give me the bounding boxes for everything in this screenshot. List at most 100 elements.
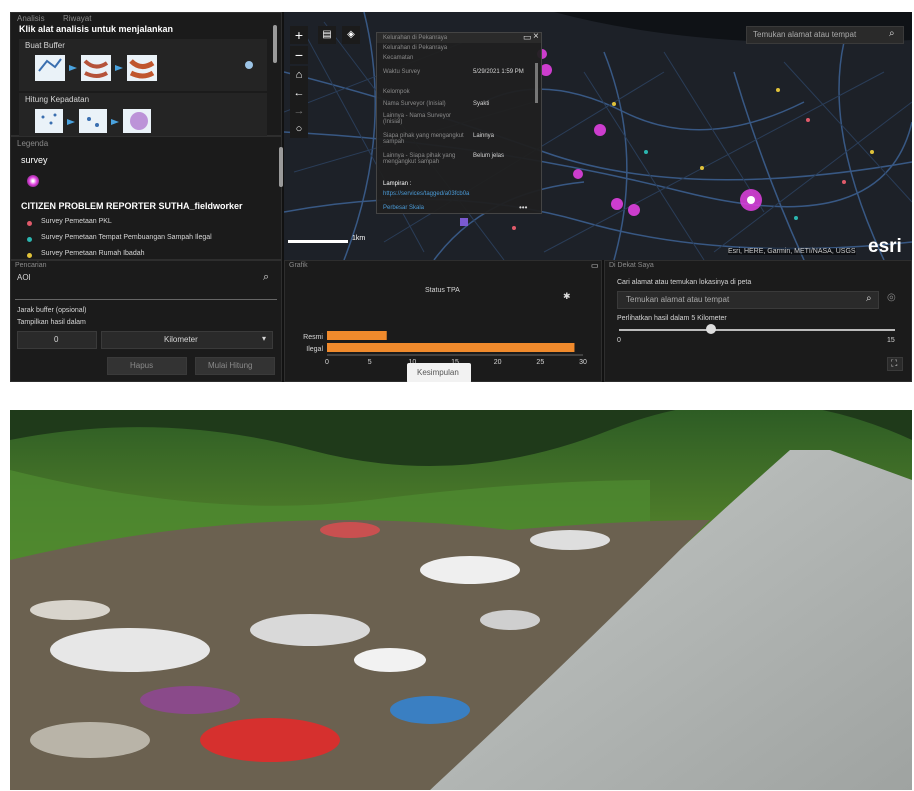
legend-item-tps: Survey Pemetaan Tempat Pembuangan Sampah… xyxy=(41,234,212,241)
analysis-scrollbar[interactable] xyxy=(273,25,277,63)
x-tick-label: 0 xyxy=(325,359,329,366)
popup-scrollbar[interactable] xyxy=(535,63,538,103)
tool-density[interactable]: Hitung Kepadatan xyxy=(19,93,267,137)
radius-slider-track[interactable] xyxy=(619,329,895,331)
near-me-search-box[interactable]: Temukan alamat atau tempat ⌕ xyxy=(617,291,879,309)
zoom-out-button[interactable]: − xyxy=(290,46,308,64)
zoom-in-button[interactable]: + xyxy=(290,26,308,44)
search-icon[interactable]: ⌕ xyxy=(866,293,872,304)
x-tick-label: 30 xyxy=(579,359,587,366)
analysis-heading: Klik alat analisis untuk menjalankan xyxy=(19,24,174,34)
fullscreen-button[interactable]: ⛶ xyxy=(887,357,903,371)
panel-maximize-icon[interactable]: ▭ xyxy=(591,261,599,270)
popup-field-label: Waktu Survey xyxy=(383,69,421,75)
map-marker-icon[interactable] xyxy=(460,218,468,226)
clear-button[interactable]: Hapus xyxy=(107,357,187,375)
x-tick-label: 25 xyxy=(536,359,544,366)
tab-analysis[interactable]: Analisis xyxy=(17,14,45,23)
tool-buffer[interactable]: Buat Buffer xyxy=(19,39,267,91)
legend-layer-survey: survey xyxy=(21,155,48,165)
start-button-label: Mulai Hitung xyxy=(208,361,253,370)
legend-dot-tps-icon xyxy=(27,237,32,242)
slider-min-label: 0 xyxy=(617,337,621,344)
proximity-title: Pencarian xyxy=(15,262,47,269)
popup-more-icon[interactable]: ••• xyxy=(519,203,527,212)
home-button[interactable]: ⌂ xyxy=(290,66,308,84)
popup-field-label: Lainnya - Siapa pihak yang mengangkut sa… xyxy=(383,153,456,165)
clear-button-label: Hapus xyxy=(130,361,154,370)
popup-field-value: Belum jelas xyxy=(473,153,505,159)
legend-dot-pkl-icon xyxy=(27,221,32,226)
legend-layer-citizen: CITIZEN PROBLEM REPORTER SUTHA_fieldwork… xyxy=(21,201,243,211)
legend-panel: Legenda survey CITIZEN PROBLEM REPORTER … xyxy=(10,136,283,260)
category-label: Resmi xyxy=(303,334,323,341)
slider-max-label: 15 xyxy=(887,337,895,344)
near-me-title: Di Dekat Saya xyxy=(609,262,654,269)
popup-zoom-link[interactable]: Perbesar Skala xyxy=(383,205,424,211)
chevron-down-icon: ▾ xyxy=(262,334,267,343)
start-button[interactable]: Mulai Hitung xyxy=(195,357,275,375)
back-button[interactable]: ← xyxy=(290,84,308,102)
tool-buffer-label: Buat Buffer xyxy=(25,41,65,50)
popup-field-label: Siapa pihak yang mengangkut sampah xyxy=(383,133,464,145)
distance-input[interactable]: 0 xyxy=(17,331,97,349)
proximity-panel: Pencarian AOI ⌕ Jarak buffer (opsional) … xyxy=(10,260,282,382)
legend-dot-ibadah-icon xyxy=(27,253,32,258)
bar-ilegal[interactable] xyxy=(327,343,575,352)
locate-button[interactable]: ○ xyxy=(290,120,308,138)
garbage-dump-photo xyxy=(10,410,912,790)
bar-resmi[interactable] xyxy=(327,331,387,340)
popup-dock-icon[interactable]: ▭ xyxy=(523,32,532,43)
tab-history[interactable]: Riwayat xyxy=(63,14,91,23)
zoom-to-icon[interactable]: ⌕ xyxy=(263,271,269,284)
legend-item-ibadah: Survey Pemetaan Rumah Ibadah xyxy=(41,250,145,257)
unit-value: Kilometer xyxy=(164,335,198,344)
chart-panel: Grafik ▭ Status TPA ✱ ResmiIlegal0510152… xyxy=(284,260,602,382)
legend-title: Legenda xyxy=(17,139,49,148)
fullscreen-icon: ⛶ xyxy=(891,358,898,368)
search-icon[interactable]: ⌕ xyxy=(889,28,895,39)
near-me-search-input[interactable]: Temukan alamat atau tempat xyxy=(626,295,729,304)
roadside-dump-image xyxy=(10,410,912,790)
popup-close-icon[interactable]: × xyxy=(533,31,539,42)
layers-icon[interactable]: ◈ xyxy=(342,26,360,44)
x-tick-label: 5 xyxy=(368,359,372,366)
summary-button-label: Kesimpulan xyxy=(417,368,459,377)
map-search-input[interactable]: Temukan alamat atau tempat xyxy=(753,30,856,39)
buffer-tool-icon xyxy=(35,55,157,81)
unit-select[interactable]: Kilometer ▾ xyxy=(101,331,273,349)
map-view[interactable]: + − ⌂ ← → ○ ▤ ◈ ▭ × Kelurahan di Pekanra… xyxy=(284,12,912,260)
chart-title: Status TPA xyxy=(425,287,460,294)
legend-scrollbar[interactable] xyxy=(279,147,283,187)
locate-me-icon[interactable]: ◎ xyxy=(887,292,896,303)
x-tick-label: 20 xyxy=(494,359,502,366)
aoi-divider xyxy=(15,299,277,300)
map-attribution: Esri, HERE, Garmin, METI/NASA, USGS xyxy=(728,248,856,255)
near-me-prompt: Cari alamat atau temukan lokasinya di pe… xyxy=(617,279,752,286)
density-tool-icon xyxy=(35,109,151,133)
popup-field-label: Kecamatan xyxy=(383,55,414,61)
print-icon[interactable]: ▤ xyxy=(318,26,336,44)
popup-field-value: Lainnya xyxy=(473,133,495,139)
popup-field-value: Syakti xyxy=(473,101,490,107)
results-label: Tampilkan hasil dalam xyxy=(17,319,86,326)
popup-attachment-link[interactable]: https://services/tagged/a03fcb0a xyxy=(383,191,469,197)
popup-field-label: Kelompok xyxy=(383,89,410,95)
info-icon[interactable] xyxy=(245,61,253,69)
category-label: Ilegal xyxy=(306,346,323,353)
feature-popup: ▭ × Kelurahan di Pekanraya Kelurahan di … xyxy=(376,31,542,214)
gis-dashboard: Analisis Riwayat Klik alat analisis untu… xyxy=(10,12,912,382)
aoi-label: AOI xyxy=(17,273,31,282)
legend-item-pkl: Survey Pemetaan PKL xyxy=(41,218,112,225)
radius-slider-thumb[interactable] xyxy=(706,324,716,334)
forward-button[interactable]: → xyxy=(290,102,308,120)
map-search-box[interactable]: Temukan alamat atau tempat ⌕ xyxy=(746,26,904,44)
popup-field-label: Kelurahan di Pekanraya xyxy=(383,35,448,41)
esri-logo: esri xyxy=(868,236,902,257)
popup-field-label: Lainnya - Nama Surveyor (Inisial) xyxy=(383,113,452,125)
chart-settings-icon[interactable]: ✱ xyxy=(563,291,571,302)
buffer-label: Jarak buffer (opsional) xyxy=(17,307,87,314)
summary-button[interactable]: Kesimpulan xyxy=(407,363,471,382)
survey-symbol-icon xyxy=(27,175,39,187)
scale-bar xyxy=(288,240,348,243)
